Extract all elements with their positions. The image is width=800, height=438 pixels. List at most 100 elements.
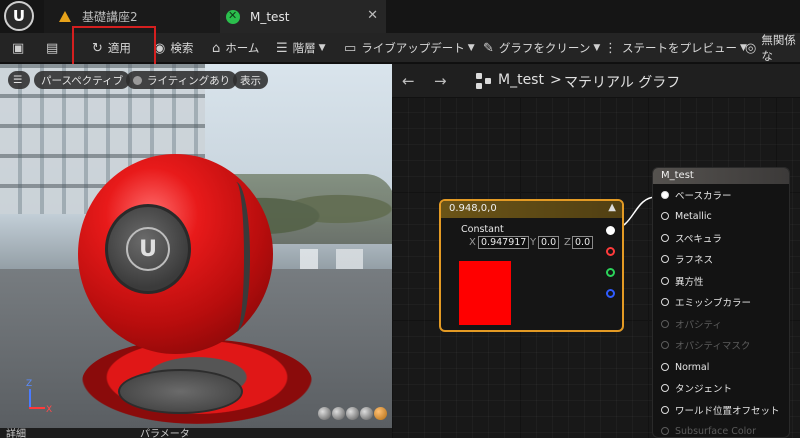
details-tab-label: 詳細 bbox=[6, 429, 26, 438]
pin-tangent[interactable]: タンジェント bbox=[661, 381, 732, 395]
z-label: Z bbox=[564, 237, 571, 248]
lighting-label: ライティングあり bbox=[147, 74, 231, 87]
pin-emissive-color[interactable]: エミッシブカラー bbox=[661, 295, 751, 309]
home-button[interactable]: ⌂ ホーム bbox=[212, 33, 259, 63]
live-update-icon: ▭ bbox=[344, 40, 357, 56]
graph-header-bar: ← → M_test > マテリアル グラフ bbox=[392, 64, 800, 98]
pin-icon bbox=[661, 384, 669, 392]
save-button[interactable]: ▣ bbox=[12, 33, 29, 63]
pin-base-color[interactable]: ベースカラー bbox=[661, 188, 732, 202]
show-button[interactable]: 表示 bbox=[233, 71, 268, 89]
pin-roughness[interactable]: ラフネス bbox=[661, 252, 713, 266]
preview-plane-icon[interactable] bbox=[346, 407, 359, 420]
preview-stand-disc bbox=[118, 369, 243, 414]
search-label: 検索 bbox=[170, 41, 194, 55]
pin-specular[interactable]: スペキュラ bbox=[661, 231, 722, 245]
axis-x-label: X bbox=[46, 405, 53, 415]
eye-icon: ◎ bbox=[745, 40, 757, 56]
constant-node[interactable]: 0.948,0,0 ▲ Constant X 0.947917 Y 0.0 Z … bbox=[439, 199, 624, 332]
pin-normal[interactable]: Normal bbox=[661, 360, 709, 374]
output-b-pin[interactable] bbox=[606, 289, 615, 298]
pin-label: Normal bbox=[675, 361, 710, 373]
pin-world-position-offset[interactable]: ワールド位置オフセット bbox=[661, 403, 780, 417]
z-value-field[interactable]: 0.0 bbox=[572, 236, 594, 249]
pin-icon bbox=[661, 255, 669, 263]
y-value-field[interactable]: 0.0 bbox=[538, 236, 560, 249]
clean-graph-button[interactable]: ✎ グラフをクリーン ▼ bbox=[483, 33, 605, 63]
x-label: X bbox=[469, 237, 476, 248]
home-icon: ⌂ bbox=[212, 40, 221, 56]
material-node-title: M_test bbox=[653, 168, 789, 184]
hierarchy-icon: ☰ bbox=[276, 40, 288, 56]
preview-custom-mesh-icon[interactable] bbox=[374, 407, 387, 420]
axis-x-line bbox=[29, 407, 45, 409]
pin-subsurface-color: Subsurface Color bbox=[661, 424, 756, 437]
live-update-button[interactable]: ▭ ライブアップデート ▼ bbox=[344, 33, 480, 63]
breadcrumb-material[interactable]: M_test bbox=[498, 72, 544, 88]
unreal-logo-badge: U bbox=[105, 204, 191, 294]
tab-material[interactable]: M_test ✕ bbox=[220, 0, 386, 33]
bottom-tab-bar: 詳細 パラメータ bbox=[0, 428, 392, 438]
pin-label: エミッシブカラー bbox=[675, 298, 752, 309]
browse-button[interactable]: ▤ bbox=[46, 33, 63, 63]
breadcrumb-graph[interactable]: マテリアル グラフ bbox=[564, 72, 680, 92]
forward-arrow-icon[interactable]: → bbox=[434, 72, 447, 90]
unreal-logo-icon: U bbox=[126, 227, 170, 271]
preview-viewport[interactable]: ☰ パースペクティブ ライティングあり 表示 U Z X bbox=[0, 64, 392, 428]
hierarchy-button[interactable]: ☰ 階層 ▼ bbox=[276, 33, 331, 63]
pin-label: ベースカラー bbox=[675, 191, 732, 202]
search-button[interactable]: ◉ 検索 bbox=[154, 33, 193, 63]
graph-icon bbox=[476, 73, 492, 89]
clean-graph-label: グラフをクリーン bbox=[498, 41, 591, 55]
perspective-label: パースペクティブ bbox=[41, 74, 124, 87]
close-tab-icon[interactable]: ✕ bbox=[367, 8, 378, 23]
axis-gizmo: Z X bbox=[18, 377, 58, 417]
pin-icon bbox=[661, 427, 669, 435]
pin-label: Metallic bbox=[675, 210, 712, 222]
unreal-logo-icon[interactable]: U bbox=[4, 1, 34, 31]
home-label: ホーム bbox=[225, 41, 260, 55]
axis-z-line bbox=[29, 389, 31, 407]
tab-material-label: M_test bbox=[250, 9, 290, 24]
perspective-button[interactable]: パースペクティブ bbox=[34, 71, 131, 89]
constant-node-title: 0.948,0,0 bbox=[441, 201, 622, 218]
pin-label: ラフネス bbox=[675, 255, 714, 266]
hide-unrelated-label: 無関係な bbox=[761, 33, 796, 63]
back-arrow-icon[interactable]: ← bbox=[402, 72, 415, 90]
constant-label: Constant bbox=[461, 224, 504, 235]
breadcrumb-separator: > bbox=[550, 72, 562, 88]
pin-metallic[interactable]: Metallic bbox=[661, 209, 712, 223]
pin-icon bbox=[661, 298, 669, 306]
preview-sphere-icon[interactable] bbox=[332, 407, 345, 420]
save-icon: ▣ bbox=[12, 40, 25, 56]
collapse-icon[interactable]: ▲ bbox=[608, 202, 616, 213]
preview-state-label: ステートをプレビュー bbox=[622, 41, 737, 55]
preview-cylinder-icon[interactable] bbox=[318, 407, 331, 420]
tab-parameters[interactable]: パラメータ bbox=[140, 428, 190, 438]
viewport-menu-button[interactable]: ☰ bbox=[8, 71, 30, 89]
material-icon bbox=[226, 9, 240, 24]
pin-icon bbox=[661, 363, 669, 371]
output-rgb-pin[interactable] bbox=[606, 226, 615, 235]
pin-label: 異方性 bbox=[675, 277, 704, 288]
output-r-pin[interactable] bbox=[606, 247, 615, 256]
folder-search-icon: ▤ bbox=[46, 40, 59, 56]
chevron-down-icon: ▼ bbox=[318, 43, 326, 53]
pin-icon bbox=[661, 191, 669, 199]
pin-icon bbox=[661, 341, 669, 349]
lighting-button[interactable]: ライティングあり bbox=[126, 71, 238, 89]
tab-level-label: 基礎講座2 bbox=[82, 10, 138, 24]
pin-icon bbox=[661, 320, 669, 328]
hamburger-icon: ☰ bbox=[13, 74, 23, 86]
preview-cube-icon[interactable] bbox=[360, 407, 373, 420]
hide-unrelated-button[interactable]: ◎ 無関係な bbox=[745, 33, 800, 63]
material-result-node[interactable]: M_test ベースカラー Metallic スペキュラ ラフネス 異方性 エミ… bbox=[652, 167, 790, 438]
pin-anisotropy[interactable]: 異方性 bbox=[661, 274, 704, 288]
preview-mesh-buttons bbox=[318, 407, 387, 420]
sphere-seam bbox=[222, 182, 250, 332]
y-label: Y bbox=[530, 237, 537, 248]
tab-details[interactable]: 詳細 bbox=[6, 428, 26, 438]
x-value-field[interactable]: 0.947917 bbox=[478, 236, 530, 249]
preview-state-button[interactable]: ⋮ ステートをプレビュー ▼ bbox=[604, 33, 752, 63]
output-g-pin[interactable] bbox=[606, 268, 615, 277]
